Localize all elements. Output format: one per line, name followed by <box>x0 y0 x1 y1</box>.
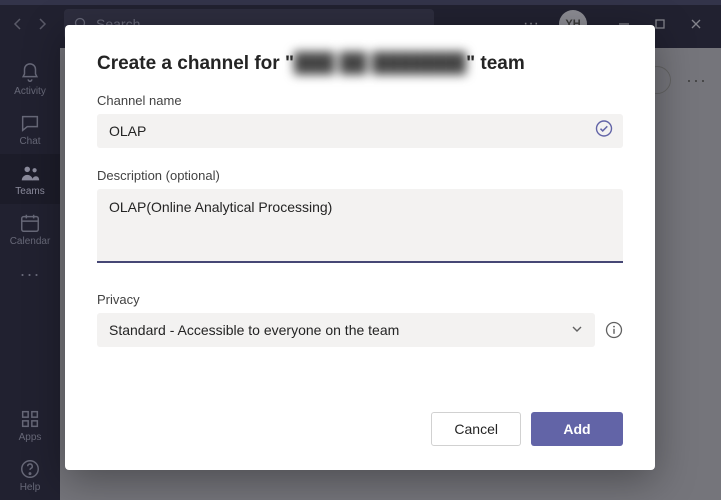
channel-name-input[interactable] <box>97 114 623 148</box>
chevron-down-icon <box>571 322 583 338</box>
modal-title: Create a channel for "███ ██ ███████" te… <box>97 53 623 75</box>
info-icon[interactable] <box>605 321 623 339</box>
channel-name-label: Channel name <box>97 93 623 108</box>
privacy-label: Privacy <box>97 292 623 307</box>
privacy-select[interactable]: Standard - Accessible to everyone on the… <box>97 313 595 347</box>
create-channel-modal: Create a channel for "███ ██ ███████" te… <box>65 25 655 470</box>
privacy-select-value: Standard - Accessible to everyone on the… <box>109 322 399 338</box>
check-circle-icon <box>595 120 613 143</box>
team-name-obscured: ███ ██ ███████ <box>294 53 466 75</box>
add-button[interactable]: Add <box>531 412 623 446</box>
cancel-button[interactable]: Cancel <box>431 412 521 446</box>
description-input[interactable] <box>97 189 623 263</box>
description-label: Description (optional) <box>97 168 623 183</box>
